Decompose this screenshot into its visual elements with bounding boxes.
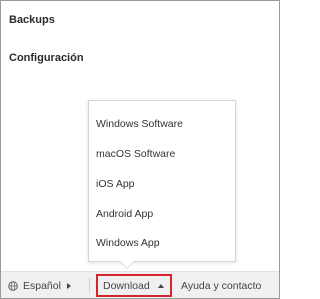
nav-item-backups[interactable]: Backups [9,14,55,26]
language-selector[interactable]: Español [8,280,71,292]
dropdown-pointer [120,261,134,268]
download-menu: Windows Software macOS Software iOS App … [88,100,236,262]
nav-item-configuracion[interactable]: Configuración [9,52,84,64]
footer-bar: Español Download Ayuda y contacto [1,271,279,298]
menu-item-windows-software[interactable]: Windows Software [96,118,183,130]
menu-item-android-app[interactable]: Android App [96,208,153,220]
chevron-right-icon [66,283,71,289]
download-label: Download [103,279,150,292]
globe-icon [8,281,18,291]
caret-up-icon [157,283,164,288]
language-label: Español [23,280,61,292]
footer-divider [89,278,90,293]
menu-item-macos-software[interactable]: macOS Software [96,148,175,160]
help-contact-link[interactable]: Ayuda y contacto [181,280,261,292]
menu-item-windows-app[interactable]: Windows App [96,237,160,249]
menu-item-ios-app[interactable]: iOS App [96,178,135,190]
download-button[interactable]: Download [96,274,172,297]
app-panel: Backups Configuración Windows Software m… [0,0,280,299]
